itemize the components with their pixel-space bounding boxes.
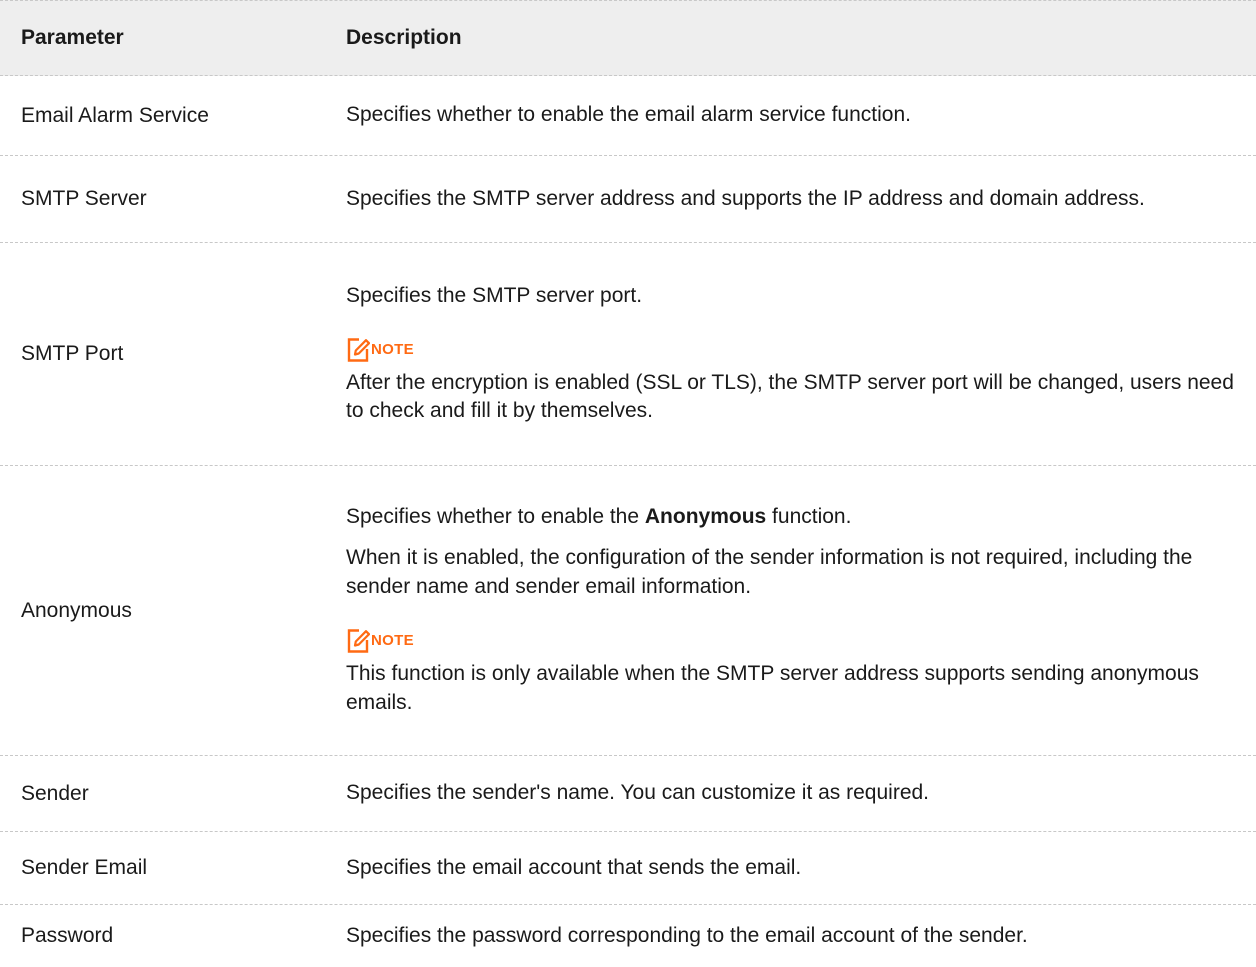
row-description: Specifies whether to enable the email al…: [346, 103, 911, 127]
table-row: Sender Email Specifies the email account…: [0, 832, 1256, 905]
table-row: Password Specifies the password correspo…: [0, 905, 1256, 967]
row-parameter: SMTP Server: [21, 187, 147, 210]
header-description: Description: [346, 25, 462, 49]
row-parameter: Password: [21, 924, 114, 947]
row-description: Specifies the password corresponding to …: [346, 923, 1028, 947]
row-description-cell: Specifies whether to enable the Anonymou…: [346, 503, 1256, 718]
row-description: Specifies the SMTP server port.: [346, 283, 643, 307]
row-description-cell: Specifies the SMTP server port. NOTE Aft…: [346, 282, 1256, 427]
row-description-cell: Specifies the sender's name. You can cus…: [346, 779, 1256, 808]
row-description: Specifies the email account that sends t…: [346, 855, 802, 879]
row-description-cell: Specifies the email account that sends t…: [346, 854, 1256, 883]
note-pencil-icon: [347, 629, 370, 653]
row-parameter: Sender Email: [21, 856, 148, 879]
table-row: Sender Specifies the sender's name. You …: [0, 756, 1256, 832]
row-parameter: SMTP Port: [21, 342, 124, 365]
note-block: NOTE: [346, 620, 1254, 654]
row-parameter: Anonymous: [21, 598, 132, 622]
row-description: Specifies the sender's name. You can cus…: [346, 781, 930, 805]
note-block: NOTE: [346, 329, 1254, 363]
table-row: SMTP Server Specifies the SMTP server ad…: [0, 156, 1256, 243]
row-description: Specifies the SMTP server address and su…: [346, 186, 1145, 210]
note-text: This function is only available when the…: [346, 661, 1199, 714]
note-label: NOTE: [371, 340, 414, 358]
note-text: After the encryption is enabled (SSL or …: [346, 370, 1234, 423]
table-row: Anonymous Specifies whether to enable th…: [0, 466, 1256, 756]
row-parameter: Sender: [21, 781, 89, 805]
row-description-secondary: When it is enabled, the configuration of…: [346, 546, 1193, 599]
table-row: SMTP Port Specifies the SMTP server port…: [0, 243, 1256, 466]
row-parameter: Email Alarm Service: [21, 103, 209, 127]
description-text: Specifies whether to enable the: [346, 505, 645, 529]
note-label: NOTE: [371, 632, 414, 650]
table-header: Parameter Description: [0, 0, 1256, 76]
header-parameter: Parameter: [21, 26, 124, 49]
table-row: Email Alarm Service Specifies whether to…: [0, 76, 1256, 156]
row-description-cell: Specifies the password corresponding to …: [346, 922, 1256, 951]
description-bold-term: Anonymous: [644, 505, 767, 529]
row-description: Specifies whether to enable the Anonymou…: [346, 503, 1254, 532]
row-description-cell: Specifies the SMTP server address and su…: [346, 185, 1256, 214]
parameter-table: Parameter Description Email Alarm Servic…: [0, 0, 1256, 967]
row-description-cell: Specifies whether to enable the email al…: [346, 101, 1256, 130]
description-text: function.: [766, 505, 852, 529]
note-pencil-icon: [347, 337, 370, 362]
